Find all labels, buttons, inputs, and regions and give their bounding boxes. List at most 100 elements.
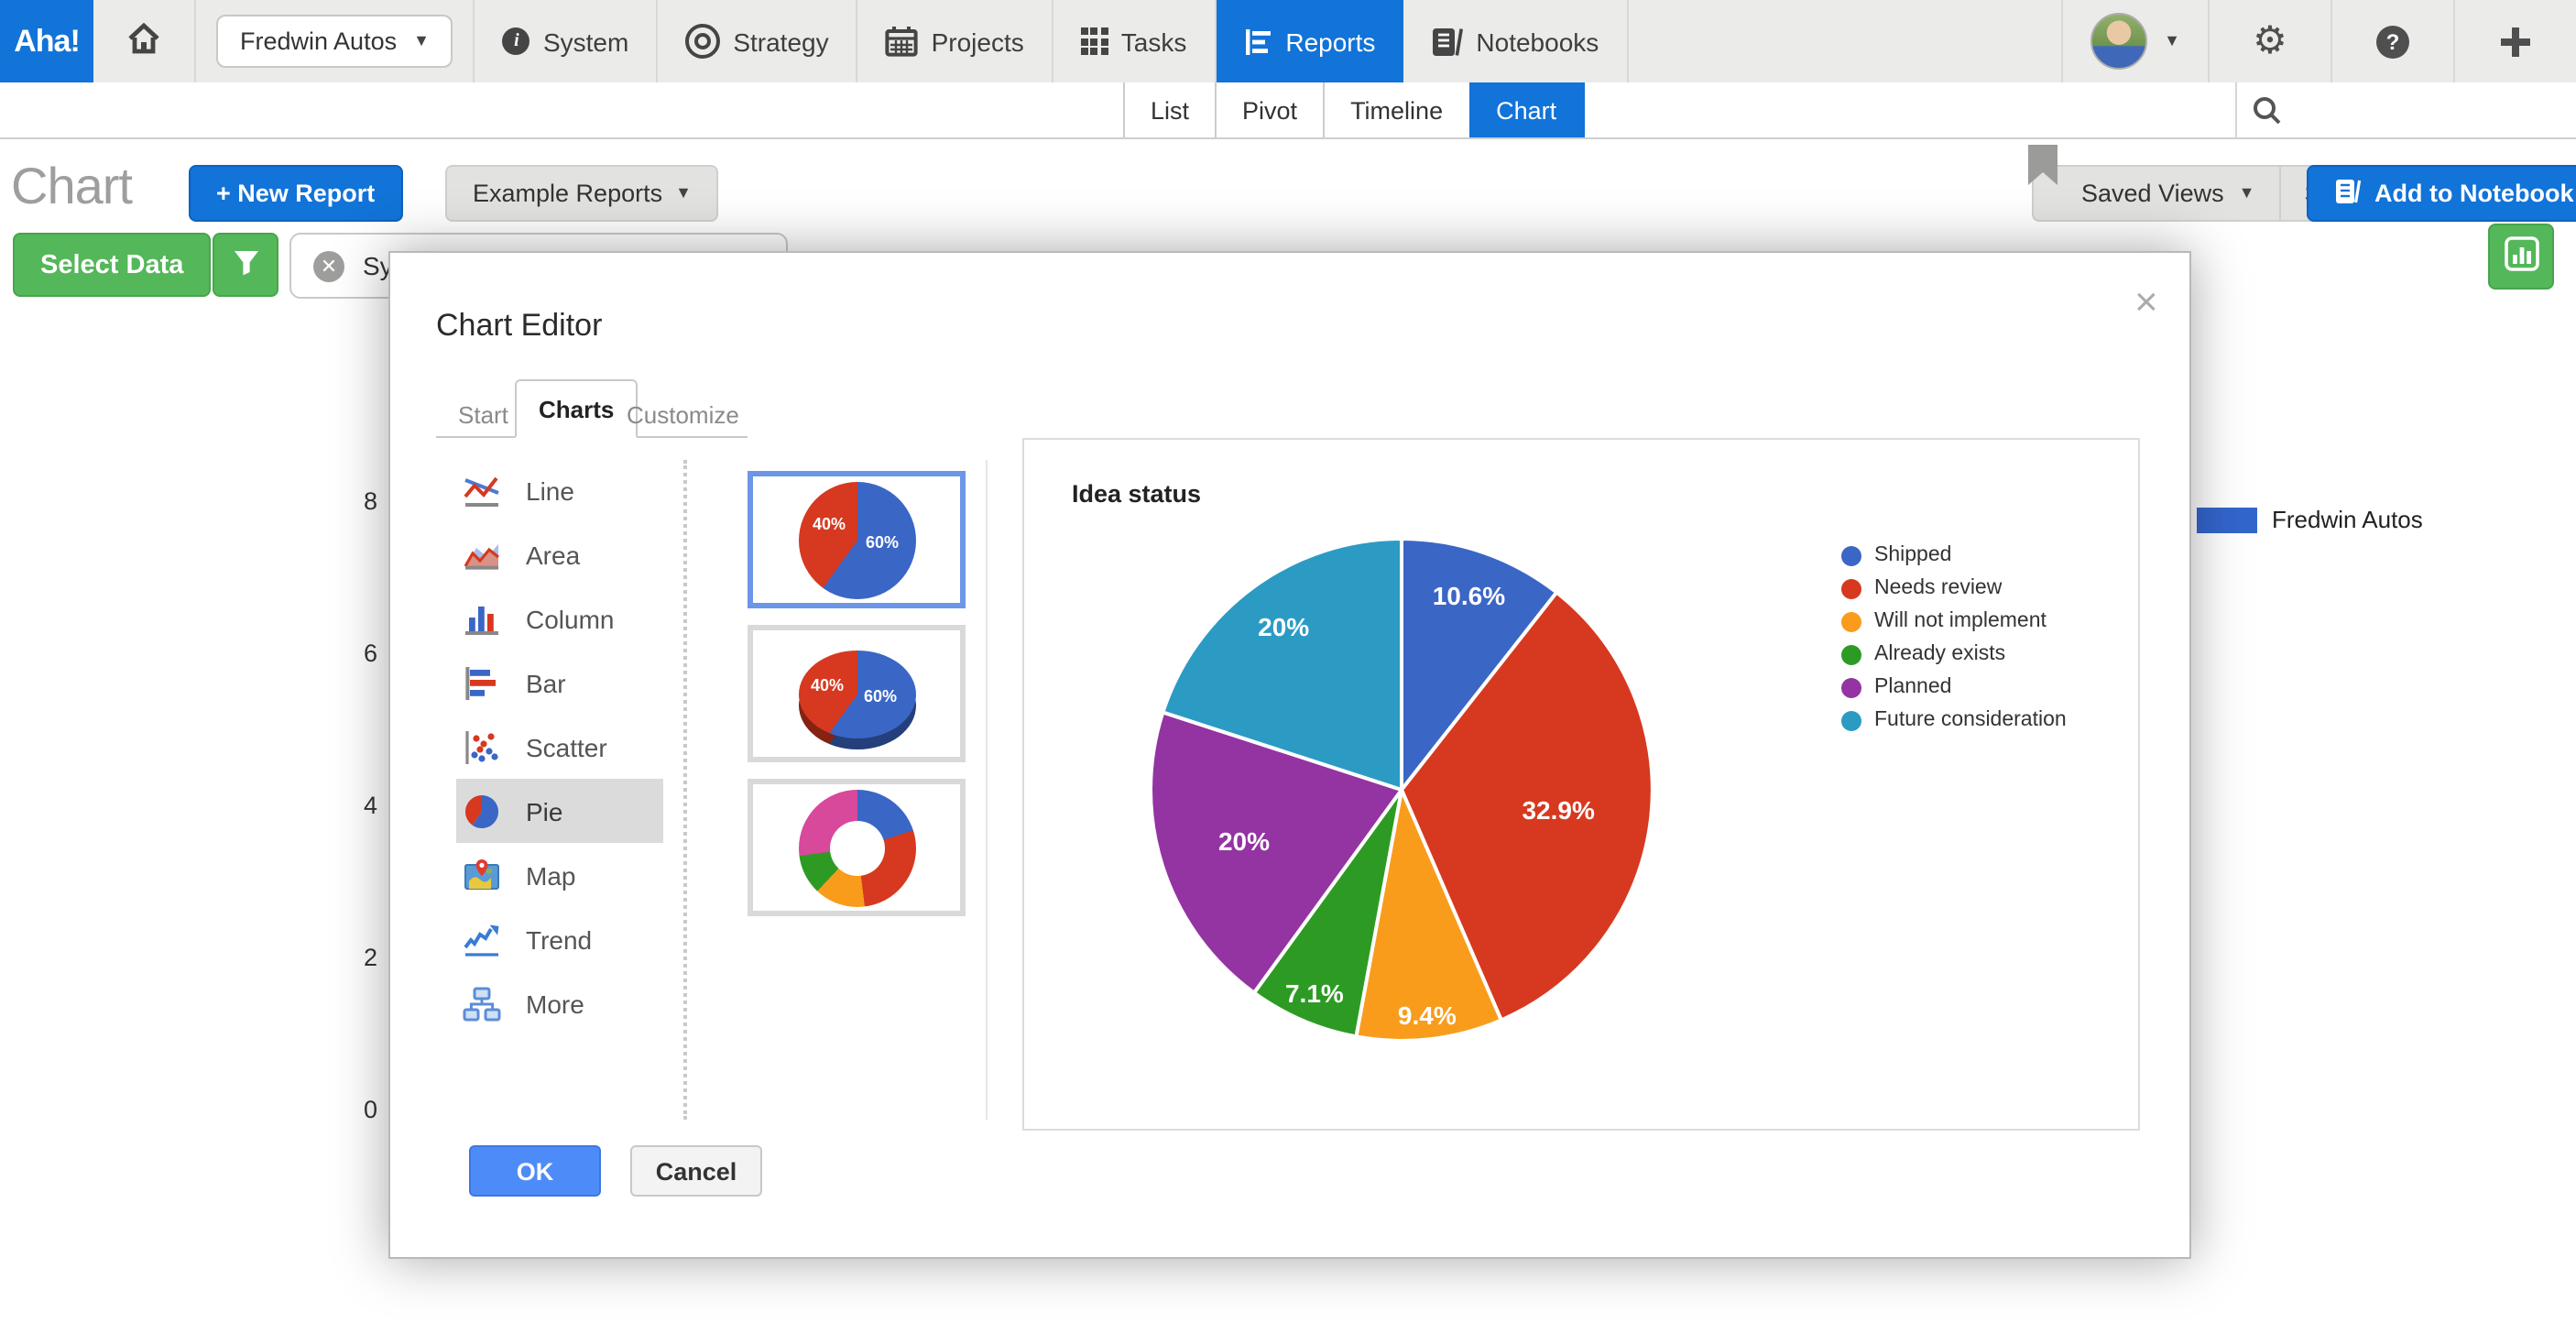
new-report-button[interactable]: + New Report <box>189 165 402 222</box>
pie-slice-label: 7.1% <box>1285 979 1344 1008</box>
chart-type-bar[interactable]: Bar <box>456 651 663 715</box>
report-icon <box>1243 27 1272 56</box>
legend-item: Shipped <box>1841 539 2067 572</box>
modal-tab-customize[interactable]: Customize <box>605 392 761 438</box>
tab-pivot[interactable]: Pivot <box>1215 82 1323 137</box>
funnel-icon <box>232 248 259 281</box>
search-icon[interactable] <box>2252 95 2283 136</box>
remove-filter-icon[interactable]: ✕ <box>313 250 344 281</box>
workspace-cell: Fredwin Autos ▼ <box>196 0 475 82</box>
area-chart-icon <box>462 534 502 574</box>
example-reports-dropdown[interactable]: Example Reports▼ <box>445 165 719 222</box>
thumbnail-pie-2d[interactable]: 40%60% <box>748 471 966 608</box>
legend-item: Future consideration <box>1841 704 2067 737</box>
nav-item-strategy[interactable]: Strategy <box>658 0 857 82</box>
pie-slice-label: 10.6% <box>1433 581 1505 610</box>
nav-item-tasks[interactable]: Tasks <box>1053 0 1217 82</box>
column-chart-icon <box>462 598 502 639</box>
pie-slice-label: 20% <box>1218 826 1270 856</box>
legend-item: Planned <box>1841 671 2067 704</box>
top-navbar: Aha! Fredwin Autos ▼ iSystemStrategyProj… <box>0 0 2576 84</box>
legend-label: Fredwin Autos <box>2272 506 2423 533</box>
pie-slice-label: 20% <box>1258 613 1309 642</box>
nav-item-notebooks[interactable]: Notebooks <box>1403 0 1628 82</box>
legend-dot <box>1841 578 1861 598</box>
select-data-button[interactable]: Select Data <box>13 233 211 297</box>
workspace-dropdown[interactable]: Fredwin Autos ▼ <box>216 15 453 68</box>
view-tabs: ListPivotTimelineChart <box>1123 82 1584 137</box>
y-tick-label: 0 <box>308 1096 377 1123</box>
tab-timeline[interactable]: Timeline <box>1323 82 1468 137</box>
y-tick-label: 6 <box>308 640 377 667</box>
chart-type-area[interactable]: Area <box>456 522 663 586</box>
legend-dot <box>1841 710 1861 730</box>
add-to-notebook-button[interactable]: Add to Notebook ▼ <box>2307 165 2576 222</box>
legend-dot <box>1841 677 1861 697</box>
legend-dot <box>1841 644 1861 664</box>
info-icon: i <box>503 27 530 55</box>
plus-icon <box>2501 27 2530 56</box>
main-nav: iSystemStrategyProjectsTasksReportsNoteb… <box>475 0 1628 82</box>
workspace-label: Fredwin Autos <box>240 27 397 55</box>
user-menu[interactable]: ▼ <box>2061 0 2208 82</box>
filter-button[interactable] <box>213 233 278 297</box>
nav-item-projects[interactable]: Projects <box>858 0 1053 82</box>
pie-slice-label: 9.4% <box>1398 1000 1457 1029</box>
tab-list[interactable]: List <box>1123 82 1215 137</box>
map-chart-icon <box>462 855 502 895</box>
notebook-icon <box>2334 177 2362 210</box>
chart-settings-button[interactable] <box>2488 224 2554 290</box>
navbar-right: ▼ ⚙ ? <box>2061 0 2576 82</box>
legend-dot <box>1841 545 1861 565</box>
pie-chart-icon <box>462 791 502 831</box>
chart-type-more[interactable]: More <box>456 971 663 1035</box>
ok-button[interactable]: OK <box>469 1145 601 1197</box>
divider <box>683 460 687 1120</box>
bar-chart-icon <box>462 662 502 703</box>
help-button[interactable]: ? <box>2330 0 2453 82</box>
scatter-chart-icon <box>462 727 502 767</box>
nav-item-system[interactable]: iSystem <box>475 0 658 82</box>
gear-icon: ⚙ <box>2253 22 2287 60</box>
trend-chart-icon <box>462 919 502 959</box>
thumbnail-pie-3d[interactable]: 40%60% <box>748 625 966 762</box>
pie-variant-thumbnails: 40%60% 40%60% <box>748 471 966 933</box>
settings-button[interactable]: ⚙ <box>2208 0 2330 82</box>
cancel-button[interactable]: Cancel <box>630 1145 762 1197</box>
line-chart-icon <box>462 470 502 510</box>
home-button[interactable] <box>93 0 196 82</box>
thumbnail-donut[interactable] <box>748 779 966 916</box>
app-window: Aha! Fredwin Autos ▼ iSystemStrategyProj… <box>0 0 2576 1334</box>
chart-type-pie[interactable]: Pie <box>456 779 663 843</box>
chart-type-trend[interactable]: Trend <box>456 907 663 971</box>
legend-item: Needs review <box>1841 572 2067 605</box>
help-icon: ? <box>2376 25 2409 58</box>
nav-item-reports[interactable]: Reports <box>1216 0 1403 82</box>
page-title: Chart <box>11 158 132 216</box>
legend-item: Already exists <box>1841 638 2067 671</box>
grid-icon <box>1081 27 1108 55</box>
add-button[interactable] <box>2453 0 2576 82</box>
home-icon <box>126 22 161 60</box>
saved-views-dropdown[interactable]: Saved Views▼ <box>2032 165 2278 222</box>
close-icon[interactable]: × <box>2127 275 2166 330</box>
avatar <box>2090 13 2147 70</box>
chart-type-scatter[interactable]: Scatter <box>456 715 663 779</box>
y-tick-label: 4 <box>308 792 377 819</box>
legend-dot <box>1841 611 1861 631</box>
chevron-down-icon: ▼ <box>413 33 430 49</box>
report-subnav: ListPivotTimelineChart <box>0 82 2576 139</box>
chart-type-line[interactable]: Line <box>456 458 663 522</box>
y-tick-label: 2 <box>308 944 377 971</box>
aha-logo[interactable]: Aha! <box>0 0 93 82</box>
chart-type-column[interactable]: Column <box>456 586 663 651</box>
chevron-down-icon: ▼ <box>2239 185 2255 202</box>
background-chart-legend: Fredwin Autos <box>2197 506 2423 533</box>
chart-type-map[interactable]: Map <box>456 843 663 907</box>
pie-chart: 10.6%32.9%9.4%7.1%20%20% <box>1134 522 1669 1057</box>
chart-preview-panel: Idea status 10.6%32.9%9.4%7.1%20%20% Shi… <box>1022 438 2140 1131</box>
modal-title: Chart Editor <box>436 308 602 344</box>
legend-swatch <box>2197 507 2257 532</box>
tab-chart[interactable]: Chart <box>1468 82 1584 137</box>
book-icon <box>1430 27 1463 56</box>
